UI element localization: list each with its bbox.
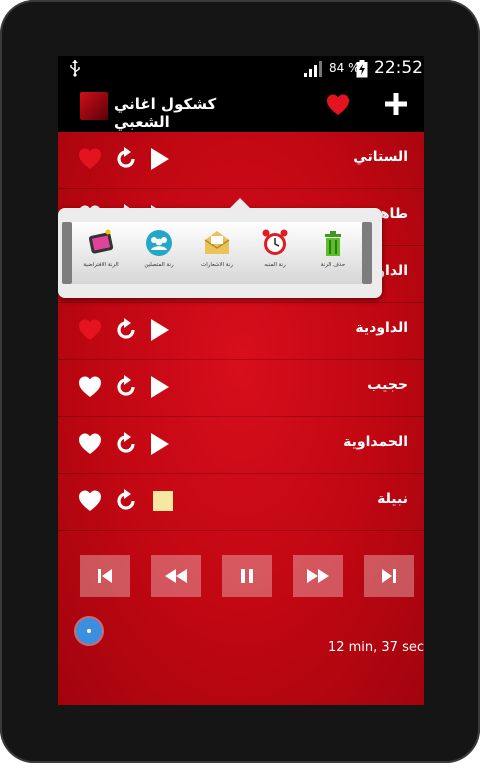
skip-next-button[interactable] bbox=[364, 555, 414, 597]
popup-menu-item[interactable]: رنة المتصلين bbox=[130, 226, 188, 280]
song-row[interactable]: الحمداوية bbox=[58, 417, 424, 474]
play-button[interactable] bbox=[150, 433, 170, 455]
song-name: نبيلة bbox=[377, 491, 408, 507]
repeat-icon[interactable] bbox=[114, 375, 138, 399]
favorite-heart-icon[interactable] bbox=[78, 319, 102, 341]
song-name: حجيب bbox=[367, 377, 408, 393]
popup-item-label: الرنة الافتراضية bbox=[83, 262, 119, 268]
add-button[interactable] bbox=[384, 92, 408, 116]
rewind-icon bbox=[165, 569, 187, 583]
contacts-icon bbox=[144, 228, 174, 258]
popup-item-label: رنة الاشعارات bbox=[201, 262, 233, 268]
usb-icon bbox=[70, 60, 80, 77]
status-bar: 84 % 22:52 bbox=[58, 56, 424, 80]
app-bar: كشكول اغاني الشعبي bbox=[58, 80, 424, 132]
pause-icon bbox=[241, 569, 253, 583]
song-row[interactable]: نبيلة bbox=[58, 474, 424, 531]
rewind-button[interactable] bbox=[151, 555, 201, 597]
fast-forward-button[interactable] bbox=[293, 555, 343, 597]
status-clock: 22:52 bbox=[374, 58, 423, 78]
popup-item-label: حذف الرنة bbox=[320, 262, 346, 268]
popup-menu-item[interactable]: حذف الرنة bbox=[304, 226, 362, 280]
popup-item-label: رنة المتصلين bbox=[144, 262, 174, 268]
repeat-icon[interactable] bbox=[114, 147, 138, 171]
play-button[interactable] bbox=[150, 376, 170, 398]
favorite-heart-icon[interactable] bbox=[78, 376, 102, 398]
track-duration: 12 min, 37 sec bbox=[327, 640, 424, 655]
song-name: الحمداوية bbox=[343, 434, 408, 450]
app-logo bbox=[80, 92, 108, 120]
skip-next-icon bbox=[382, 569, 396, 583]
skip-previous-button[interactable] bbox=[80, 555, 130, 597]
battery-percent: 84 % bbox=[329, 61, 360, 75]
popup-menu-item[interactable]: رنة الاشعارات bbox=[188, 226, 246, 280]
stop-button[interactable] bbox=[153, 491, 173, 511]
notification-envelope-icon bbox=[202, 228, 232, 258]
seek-knob[interactable] bbox=[76, 618, 102, 644]
screen: 84 % 22:52 كشكول اغاني الشعبي الستاتي طاه… bbox=[58, 56, 424, 705]
play-button[interactable] bbox=[150, 319, 170, 341]
song-name: الداودية bbox=[355, 320, 408, 336]
favorite-heart-icon[interactable] bbox=[78, 490, 102, 512]
popup-right-handle bbox=[362, 222, 372, 284]
favorite-heart-icon[interactable] bbox=[78, 148, 102, 170]
trash-icon bbox=[318, 228, 348, 258]
player-controls bbox=[58, 555, 424, 605]
popup-tray: حذف الرنة رنة المنبه رنة الاشعارات رنة المت… bbox=[72, 222, 362, 284]
favorites-heart-button[interactable] bbox=[326, 94, 350, 116]
popup-menu-item[interactable]: الرنة الافتراضية bbox=[72, 226, 130, 280]
favorite-heart-icon[interactable] bbox=[78, 433, 102, 455]
pause-button[interactable] bbox=[222, 555, 272, 597]
tablet-frame: 84 % 22:52 كشكول اغاني الشعبي الستاتي طاه… bbox=[0, 0, 480, 763]
ringtone-popup-menu: حذف الرنة رنة المنبه رنة الاشعارات رنة المت… bbox=[58, 198, 382, 298]
repeat-icon[interactable] bbox=[114, 318, 138, 342]
repeat-icon[interactable] bbox=[114, 432, 138, 456]
battery-charging-icon bbox=[356, 60, 368, 78]
play-button[interactable] bbox=[150, 148, 170, 170]
popup-item-label: رنة المنبه bbox=[264, 262, 286, 268]
skip-previous-icon bbox=[98, 569, 112, 583]
song-row[interactable]: الداودية bbox=[58, 303, 424, 360]
song-row[interactable]: الستاتي bbox=[58, 132, 424, 189]
signal-strength-icon bbox=[304, 61, 322, 77]
popup-menu-item[interactable]: رنة المنبه bbox=[246, 226, 304, 280]
popup-left-handle bbox=[62, 222, 72, 284]
song-name: الستاتي bbox=[353, 149, 408, 165]
song-row[interactable]: حجيب bbox=[58, 360, 424, 417]
fast-forward-icon bbox=[307, 569, 329, 583]
alarm-clock-icon bbox=[260, 228, 290, 258]
phone-ringtone-icon bbox=[86, 228, 116, 258]
app-title: كشكول اغاني الشعبي bbox=[114, 95, 217, 131]
repeat-icon[interactable] bbox=[114, 489, 138, 513]
